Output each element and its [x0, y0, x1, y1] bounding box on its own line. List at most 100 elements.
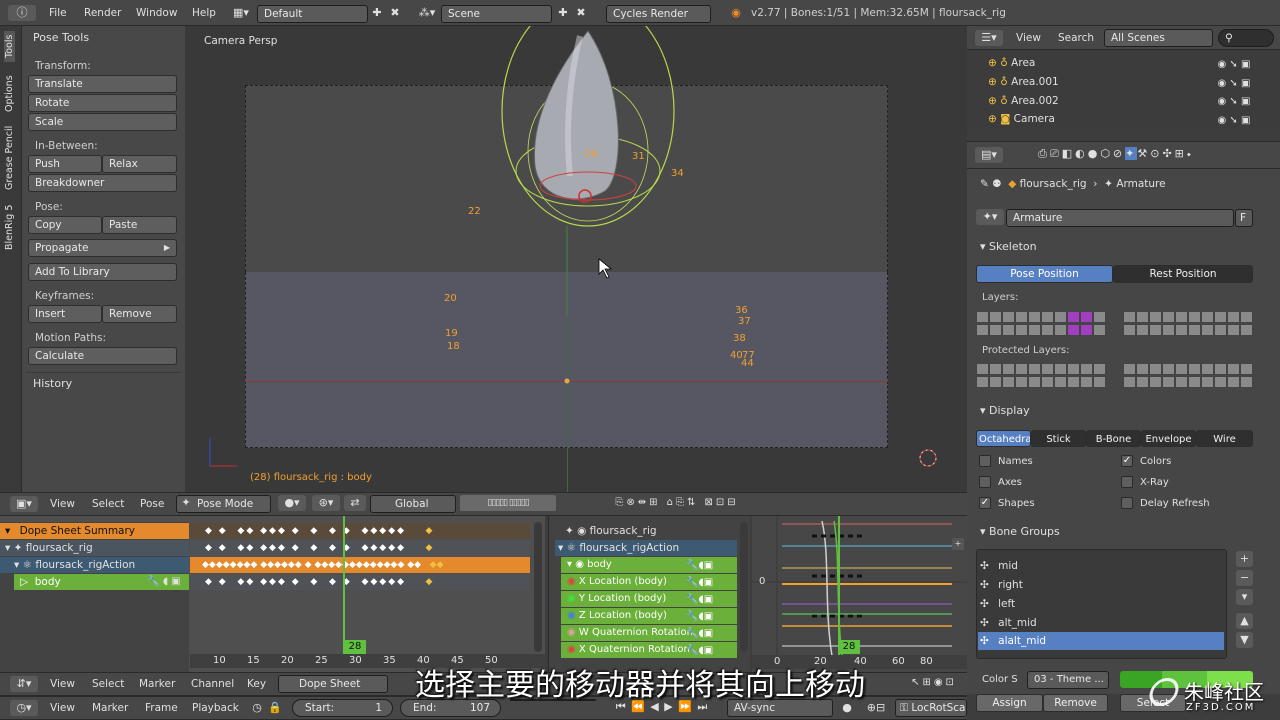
bone-point[interactable]: 44 [741, 358, 754, 369]
visibility-icon[interactable]: ◉ [567, 576, 576, 587]
pose-menu[interactable]: Pose [140, 498, 164, 510]
remove-scene-icon[interactable]: ✖ [574, 5, 588, 21]
layer-cell[interactable] [1188, 324, 1201, 336]
menu-help[interactable]: Help [192, 7, 216, 19]
outliner-view-menu[interactable]: View [1016, 32, 1041, 44]
layer-cell[interactable] [1201, 324, 1214, 336]
skeleton-panel-header[interactable]: ▾ Skeleton [980, 240, 1037, 253]
bone-point[interactable]: 36 [735, 305, 748, 316]
rest-position-button[interactable]: Rest Position [1113, 265, 1253, 283]
layer-grid-icon[interactable]: ▯▯▯▯▯ ▯▯▯▯▯ [460, 495, 556, 511]
pin-icon[interactable]: ✎ [980, 178, 989, 190]
dopesheet-scrollbar[interactable] [534, 522, 542, 652]
display-octahedral-button[interactable]: Octahedral [976, 430, 1031, 447]
visibility-icon[interactable]: ◉ [567, 644, 576, 655]
layer-cell[interactable] [1080, 311, 1093, 323]
add-layout-icon[interactable]: ✚ [370, 5, 384, 21]
outliner-type-icon[interactable]: ☰▾ [975, 30, 1003, 46]
tab-grease-pencil[interactable]: Grease Pencil [4, 126, 15, 190]
move-down-icon[interactable]: ▼ [1236, 632, 1253, 648]
dopesheet-playhead[interactable] [343, 516, 345, 654]
bone-point[interactable]: 31 [632, 151, 645, 162]
layer-cell[interactable] [1067, 311, 1080, 323]
menu-window[interactable]: Window [136, 7, 177, 19]
layer-cell[interactable] [1162, 324, 1175, 336]
names-checkbox[interactable] [979, 455, 991, 467]
bone-point[interactable]: 38 [733, 333, 746, 344]
layer-cell[interactable] [1028, 311, 1041, 323]
colors-checkbox[interactable]: ✓ [1121, 455, 1133, 467]
layer-cell[interactable] [1214, 311, 1227, 323]
dopesheet-summary-row[interactable]: ▾ Dope Sheet Summary [5, 525, 135, 537]
layer-cell[interactable] [1123, 376, 1136, 388]
pose-tools-header[interactable]: Pose Tools [33, 31, 89, 44]
outliner-item-area[interactable]: ⊕ ♁ Area [988, 57, 1035, 69]
layer-cell[interactable] [1227, 311, 1240, 323]
layer-cell[interactable] [1240, 376, 1253, 388]
visibility-icon[interactable]: ◉ [567, 593, 576, 604]
dopesheet-action-row[interactable]: ▾ ⚛ floursack_rigAction [14, 559, 135, 571]
layer-cell[interactable] [1080, 363, 1093, 375]
layer-cell[interactable] [1093, 376, 1106, 388]
layer-cell[interactable] [976, 311, 989, 323]
display-stick-button[interactable]: Stick [1031, 430, 1086, 447]
layer-cell[interactable] [1015, 324, 1028, 336]
translate-button[interactable]: Translate [28, 75, 177, 93]
layer-cell[interactable] [1149, 376, 1162, 388]
layer-cell[interactable] [1149, 311, 1162, 323]
layer-cell[interactable] [1201, 311, 1214, 323]
screen-layout-icon[interactable]: ▦▾ [228, 5, 254, 21]
layer-cell[interactable] [1240, 363, 1253, 375]
bone-point[interactable]: 22 [468, 206, 481, 217]
layer-cell[interactable] [1002, 324, 1015, 336]
paste-pose-button[interactable]: Paste [102, 216, 177, 234]
layer-cell[interactable] [1227, 363, 1240, 375]
visibility-icon[interactable]: ◉ [567, 610, 576, 621]
layer-cell[interactable] [1041, 363, 1054, 375]
pivot-select-icon[interactable]: ⊛▾ [312, 495, 340, 511]
graph-action-row[interactable]: ▾ ⚛ floursack_rigAction [558, 542, 679, 554]
layer-cell[interactable] [1015, 363, 1028, 375]
layer-cell[interactable] [1136, 311, 1149, 323]
outliner-item-area001[interactable]: ⊕ ♁ Area.001 [988, 76, 1059, 88]
axes-checkbox[interactable] [979, 476, 991, 488]
layer-cell[interactable] [1162, 363, 1175, 375]
layer-cell[interactable] [1028, 363, 1041, 375]
insert-keyframe-button[interactable]: Insert [28, 305, 102, 323]
layer-cell[interactable] [976, 363, 989, 375]
layer-cell[interactable] [1201, 363, 1214, 375]
bone-point[interactable]: 28 [585, 149, 598, 160]
layer-cell[interactable] [1175, 376, 1188, 388]
layer-cell[interactable] [989, 376, 1002, 388]
tab-blenrig[interactable]: BlenRig 5 [4, 205, 15, 250]
viewport-3d[interactable]: Camera Persp 28 31 34 22 20 19 18 36 37 … [185, 26, 967, 492]
rotate-button[interactable]: Rotate [28, 94, 177, 112]
protected-layers-grid[interactable] [976, 363, 1253, 390]
keyframe-action-row[interactable]: ◆◆◆◆◆◆◆◆ ◆◆◆◆◆◆ ◆ ◆◆◆◆◆◆◆◆◆◆◆◆◆ ◆◆ ◆◆ [190, 557, 530, 573]
bone-group-item-selected[interactable]: ✣ alalt_mid [980, 635, 1046, 647]
layer-cell[interactable] [976, 324, 989, 336]
tab-tools[interactable]: Tools [4, 30, 15, 62]
visibility-icon[interactable]: ◉ [567, 627, 576, 638]
layer-cell[interactable] [1015, 311, 1028, 323]
layer-cell[interactable] [1136, 363, 1149, 375]
layer-cell[interactable] [1067, 363, 1080, 375]
shapes-checkbox[interactable]: ✓ [979, 497, 991, 509]
xray-checkbox[interactable] [1121, 476, 1133, 488]
layer-cell[interactable] [1214, 363, 1227, 375]
layer-cell[interactable] [1201, 376, 1214, 388]
layer-cell[interactable] [1041, 311, 1054, 323]
view-menu[interactable]: View [50, 498, 75, 510]
layer-cell[interactable] [989, 324, 1002, 336]
layer-cell[interactable] [1175, 324, 1188, 336]
layer-cell[interactable] [1054, 324, 1067, 336]
viewport-tools-icons[interactable]: ⎘⊗⇹⊞ ⌂⎘⇅ ⊠⊡⊟ [566, 495, 788, 511]
display-wire-button[interactable]: Wire [1196, 430, 1253, 447]
orientation-select[interactable]: Global [370, 495, 456, 513]
pose-position-button[interactable]: Pose Position [976, 265, 1113, 283]
layer-cell[interactable] [1054, 376, 1067, 388]
visibility-icons[interactable]: ◉ ➘ ▣ ◉ ➘ ▣ ◉ ➘ ▣ ◉ ➘ ▣ [1208, 56, 1260, 130]
armature-data-icon[interactable]: ✦▾ [976, 209, 1004, 225]
layer-cell[interactable] [1188, 376, 1201, 388]
layer-cell[interactable] [1054, 311, 1067, 323]
